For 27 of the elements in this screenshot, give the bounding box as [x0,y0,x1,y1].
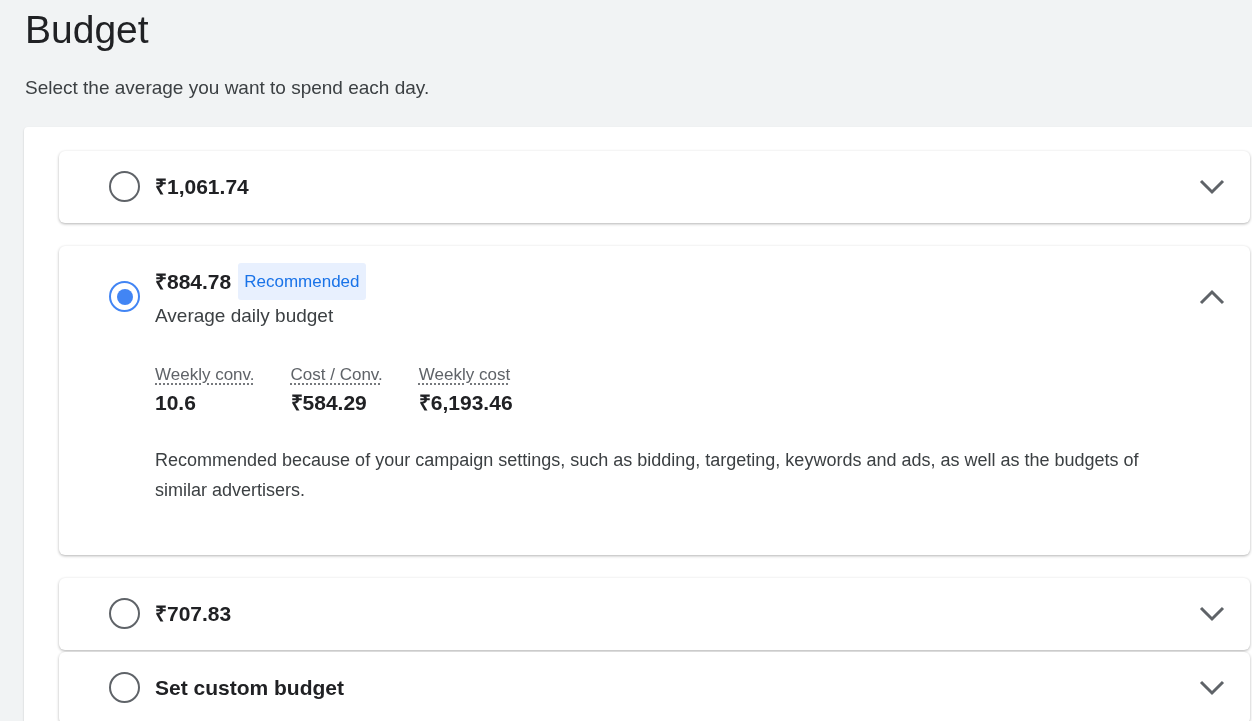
budget-amount: Set custom budget [155,674,344,701]
chevron-down-icon[interactable] [1198,604,1226,623]
radio-button[interactable] [109,281,140,312]
metric-label: Weekly cost [418,363,512,386]
budget-amount: ₹884.78 [155,268,232,295]
page-subtitle: Select the average you want to spend each day. [25,76,431,100]
recommended-tag: Recommended [238,262,366,300]
chevron-down-icon[interactable] [1198,177,1226,196]
radio-button[interactable] [109,171,140,202]
metric-label: Weekly conv. [155,363,255,386]
chevron-down-icon[interactable] [1198,678,1226,697]
radio-button[interactable] [109,598,140,629]
budget-amount: ₹707.83 [155,600,232,627]
budget-option-card[interactable]: ₹1,061.74 [59,150,1250,223]
budget-option-card[interactable]: ₹707.83 [59,577,1250,650]
page-title: Budget [25,7,150,53]
chevron-up-icon[interactable] [1198,287,1226,306]
metric-value: ₹584.29 [290,390,368,416]
budget-option-card[interactable]: Set custom budget [59,651,1250,721]
radio-button[interactable] [109,672,140,703]
metric-value: ₹6,193.46 [418,390,513,416]
recommendation-note: Recommended because of your campaign settings, such as bidding, targeting, keywords and ads, as well as the budgets of similar advertisers. [155,448,1140,502]
budget-caption: Average daily budget [155,304,335,328]
metric-label: Cost / Conv. [290,363,383,386]
budget-option-card[interactable] [59,245,1250,555]
metric-value: 10.6 [155,390,197,416]
budget-amount: ₹1,061.74 [155,173,249,200]
